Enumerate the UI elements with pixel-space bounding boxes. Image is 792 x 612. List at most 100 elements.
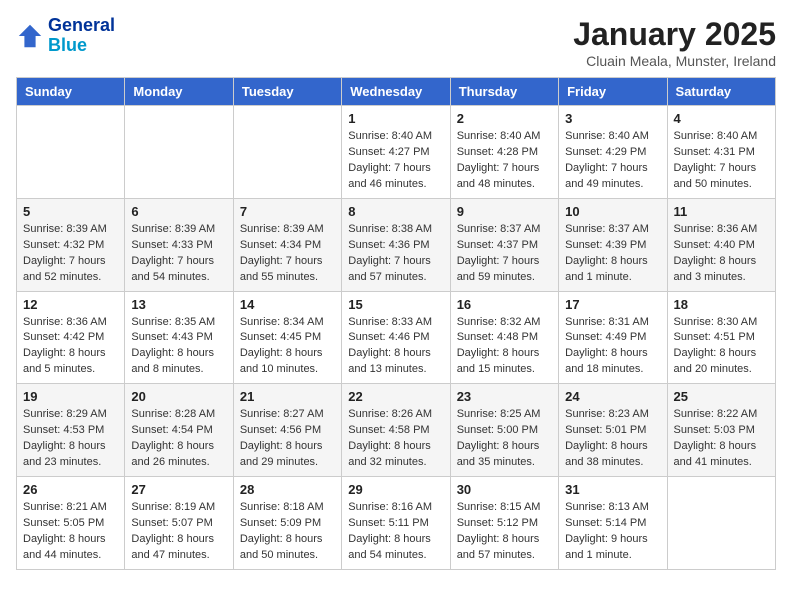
weekday-header-wednesday: Wednesday: [342, 78, 450, 106]
day-info: Sunrise: 8:21 AMSunset: 5:05 PMDaylight:…: [23, 500, 118, 564]
calendar-cell: 13 Sunrise: 8:35 AMSunset: 4:43 PMDayligh…: [125, 291, 233, 384]
day-info: Sunrise: 8:33 AMSunset: 4:46 PMDaylight:…: [348, 315, 443, 379]
calendar-cell: 22 Sunrise: 8:26 AMSunset: 4:58 PMDayligh…: [342, 384, 450, 477]
calendar-cell: 6 Sunrise: 8:39 AMSunset: 4:33 PMDaylight…: [125, 198, 233, 291]
calendar-cell: [667, 477, 775, 570]
day-number: 31: [565, 482, 660, 497]
day-number: 14: [240, 297, 335, 312]
title-block: January 2025 Cluain Meala, Munster, Irel…: [573, 16, 776, 69]
day-info: Sunrise: 8:27 AMSunset: 4:56 PMDaylight:…: [240, 407, 335, 471]
day-info: Sunrise: 8:18 AMSunset: 5:09 PMDaylight:…: [240, 500, 335, 564]
calendar-cell: 3 Sunrise: 8:40 AMSunset: 4:29 PMDaylight…: [559, 106, 667, 199]
weekday-header-row: SundayMondayTuesdayWednesdayThursdayFrid…: [17, 78, 776, 106]
day-info: Sunrise: 8:19 AMSunset: 5:07 PMDaylight:…: [131, 500, 226, 564]
day-number: 22: [348, 389, 443, 404]
day-info: Sunrise: 8:22 AMSunset: 5:03 PMDaylight:…: [674, 407, 769, 471]
day-info: Sunrise: 8:40 AMSunset: 4:31 PMDaylight:…: [674, 129, 769, 193]
calendar-cell: [233, 106, 341, 199]
day-number: 9: [457, 204, 552, 219]
day-info: Sunrise: 8:37 AMSunset: 4:39 PMDaylight:…: [565, 222, 660, 286]
day-number: 6: [131, 204, 226, 219]
day-info: Sunrise: 8:35 AMSunset: 4:43 PMDaylight:…: [131, 315, 226, 379]
calendar-cell: 5 Sunrise: 8:39 AMSunset: 4:32 PMDaylight…: [17, 198, 125, 291]
calendar-cell: 27 Sunrise: 8:19 AMSunset: 5:07 PMDayligh…: [125, 477, 233, 570]
weekday-header-monday: Monday: [125, 78, 233, 106]
day-info: Sunrise: 8:39 AMSunset: 4:34 PMDaylight:…: [240, 222, 335, 286]
day-number: 16: [457, 297, 552, 312]
calendar-week-3: 12Sunrise: 8:36 AMSunset: 4:42 PMDayligh…: [17, 291, 776, 384]
calendar-cell: 14 Sunrise: 8:34 AMSunset: 4:45 PMDayligh…: [233, 291, 341, 384]
day-number: 29: [348, 482, 443, 497]
day-number: 24: [565, 389, 660, 404]
day-info: Sunrise: 8:15 AMSunset: 5:12 PMDaylight:…: [457, 500, 552, 564]
calendar-cell: 12Sunrise: 8:36 AMSunset: 4:42 PMDayligh…: [17, 291, 125, 384]
day-info: Sunrise: 8:26 AMSunset: 4:58 PMDaylight:…: [348, 407, 443, 471]
day-info: Sunrise: 8:40 AMSunset: 4:29 PMDaylight:…: [565, 129, 660, 193]
day-number: 15: [348, 297, 443, 312]
day-number: 2: [457, 111, 552, 126]
calendar-cell: 4 Sunrise: 8:40 AMSunset: 4:31 PMDaylight…: [667, 106, 775, 199]
day-number: 13: [131, 297, 226, 312]
day-info: Sunrise: 8:37 AMSunset: 4:37 PMDaylight:…: [457, 222, 552, 286]
calendar-week-1: 1Sunrise: 8:40 AMSunset: 4:27 PMDaylight…: [17, 106, 776, 199]
day-number: 5: [23, 204, 118, 219]
weekday-header-friday: Friday: [559, 78, 667, 106]
day-info: Sunrise: 8:34 AMSunset: 4:45 PMDaylight:…: [240, 315, 335, 379]
day-number: 28: [240, 482, 335, 497]
day-info: Sunrise: 8:39 AMSunset: 4:33 PMDaylight:…: [131, 222, 226, 286]
page-header: General Blue January 2025 Cluain Meala, …: [16, 16, 776, 69]
calendar-cell: 8 Sunrise: 8:38 AMSunset: 4:36 PMDaylight…: [342, 198, 450, 291]
calendar-cell: 29 Sunrise: 8:16 AMSunset: 5:11 PMDayligh…: [342, 477, 450, 570]
day-info: Sunrise: 8:28 AMSunset: 4:54 PMDaylight:…: [131, 407, 226, 471]
day-number: 19: [23, 389, 118, 404]
calendar-cell: 25 Sunrise: 8:22 AMSunset: 5:03 PMDayligh…: [667, 384, 775, 477]
day-info: Sunrise: 8:30 AMSunset: 4:51 PMDaylight:…: [674, 315, 769, 379]
day-info: Sunrise: 8:36 AMSunset: 4:40 PMDaylight:…: [674, 222, 769, 286]
day-info: Sunrise: 8:23 AMSunset: 5:01 PMDaylight:…: [565, 407, 660, 471]
day-number: 12: [23, 297, 118, 312]
calendar-cell: 31 Sunrise: 8:13 AMSunset: 5:14 PMDayligh…: [559, 477, 667, 570]
day-number: 3: [565, 111, 660, 126]
day-info: Sunrise: 8:16 AMSunset: 5:11 PMDaylight:…: [348, 500, 443, 564]
calendar-cell: 21 Sunrise: 8:27 AMSunset: 4:56 PMDayligh…: [233, 384, 341, 477]
weekday-header-saturday: Saturday: [667, 78, 775, 106]
calendar-cell: [17, 106, 125, 199]
calendar-cell: [125, 106, 233, 199]
day-number: 18: [674, 297, 769, 312]
day-number: 20: [131, 389, 226, 404]
day-number: 25: [674, 389, 769, 404]
day-info: Sunrise: 8:39 AMSunset: 4:32 PMDaylight:…: [23, 222, 118, 286]
logo-text: General Blue: [48, 16, 115, 56]
logo-icon: [16, 22, 44, 50]
calendar-cell: 30Sunrise: 8:15 AMSunset: 5:12 PMDayligh…: [450, 477, 558, 570]
weekday-header-tuesday: Tuesday: [233, 78, 341, 106]
calendar-cell: 9 Sunrise: 8:37 AMSunset: 4:37 PMDaylight…: [450, 198, 558, 291]
calendar-cell: 19 Sunrise: 8:29 AMSunset: 4:53 PMDayligh…: [17, 384, 125, 477]
calendar-cell: 2Sunrise: 8:40 AMSunset: 4:28 PMDaylight…: [450, 106, 558, 199]
calendar-week-5: 26Sunrise: 8:21 AMSunset: 5:05 PMDayligh…: [17, 477, 776, 570]
day-info: Sunrise: 8:29 AMSunset: 4:53 PMDaylight:…: [23, 407, 118, 471]
calendar-cell: 10 Sunrise: 8:37 AMSunset: 4:39 PMDayligh…: [559, 198, 667, 291]
calendar-cell: 28 Sunrise: 8:18 AMSunset: 5:09 PMDayligh…: [233, 477, 341, 570]
calendar-cell: 7Sunrise: 8:39 AMSunset: 4:34 PMDaylight…: [233, 198, 341, 291]
day-number: 11: [674, 204, 769, 219]
weekday-header-sunday: Sunday: [17, 78, 125, 106]
day-number: 8: [348, 204, 443, 219]
day-number: 4: [674, 111, 769, 126]
location-subtitle: Cluain Meala, Munster, Ireland: [573, 53, 776, 69]
day-info: Sunrise: 8:38 AMSunset: 4:36 PMDaylight:…: [348, 222, 443, 286]
day-number: 10: [565, 204, 660, 219]
calendar-table: SundayMondayTuesdayWednesdayThursdayFrid…: [16, 77, 776, 570]
calendar-cell: 17Sunrise: 8:31 AMSunset: 4:49 PMDayligh…: [559, 291, 667, 384]
weekday-header-thursday: Thursday: [450, 78, 558, 106]
calendar-cell: 20 Sunrise: 8:28 AMSunset: 4:54 PMDayligh…: [125, 384, 233, 477]
day-number: 27: [131, 482, 226, 497]
calendar-cell: 16Sunrise: 8:32 AMSunset: 4:48 PMDayligh…: [450, 291, 558, 384]
day-info: Sunrise: 8:25 AMSunset: 5:00 PMDaylight:…: [457, 407, 552, 471]
calendar-cell: 23Sunrise: 8:25 AMSunset: 5:00 PMDayligh…: [450, 384, 558, 477]
logo: General Blue: [16, 16, 115, 56]
calendar-cell: 26Sunrise: 8:21 AMSunset: 5:05 PMDayligh…: [17, 477, 125, 570]
day-info: Sunrise: 8:13 AMSunset: 5:14 PMDaylight:…: [565, 500, 660, 564]
day-info: Sunrise: 8:31 AMSunset: 4:49 PMDaylight:…: [565, 315, 660, 379]
day-number: 21: [240, 389, 335, 404]
